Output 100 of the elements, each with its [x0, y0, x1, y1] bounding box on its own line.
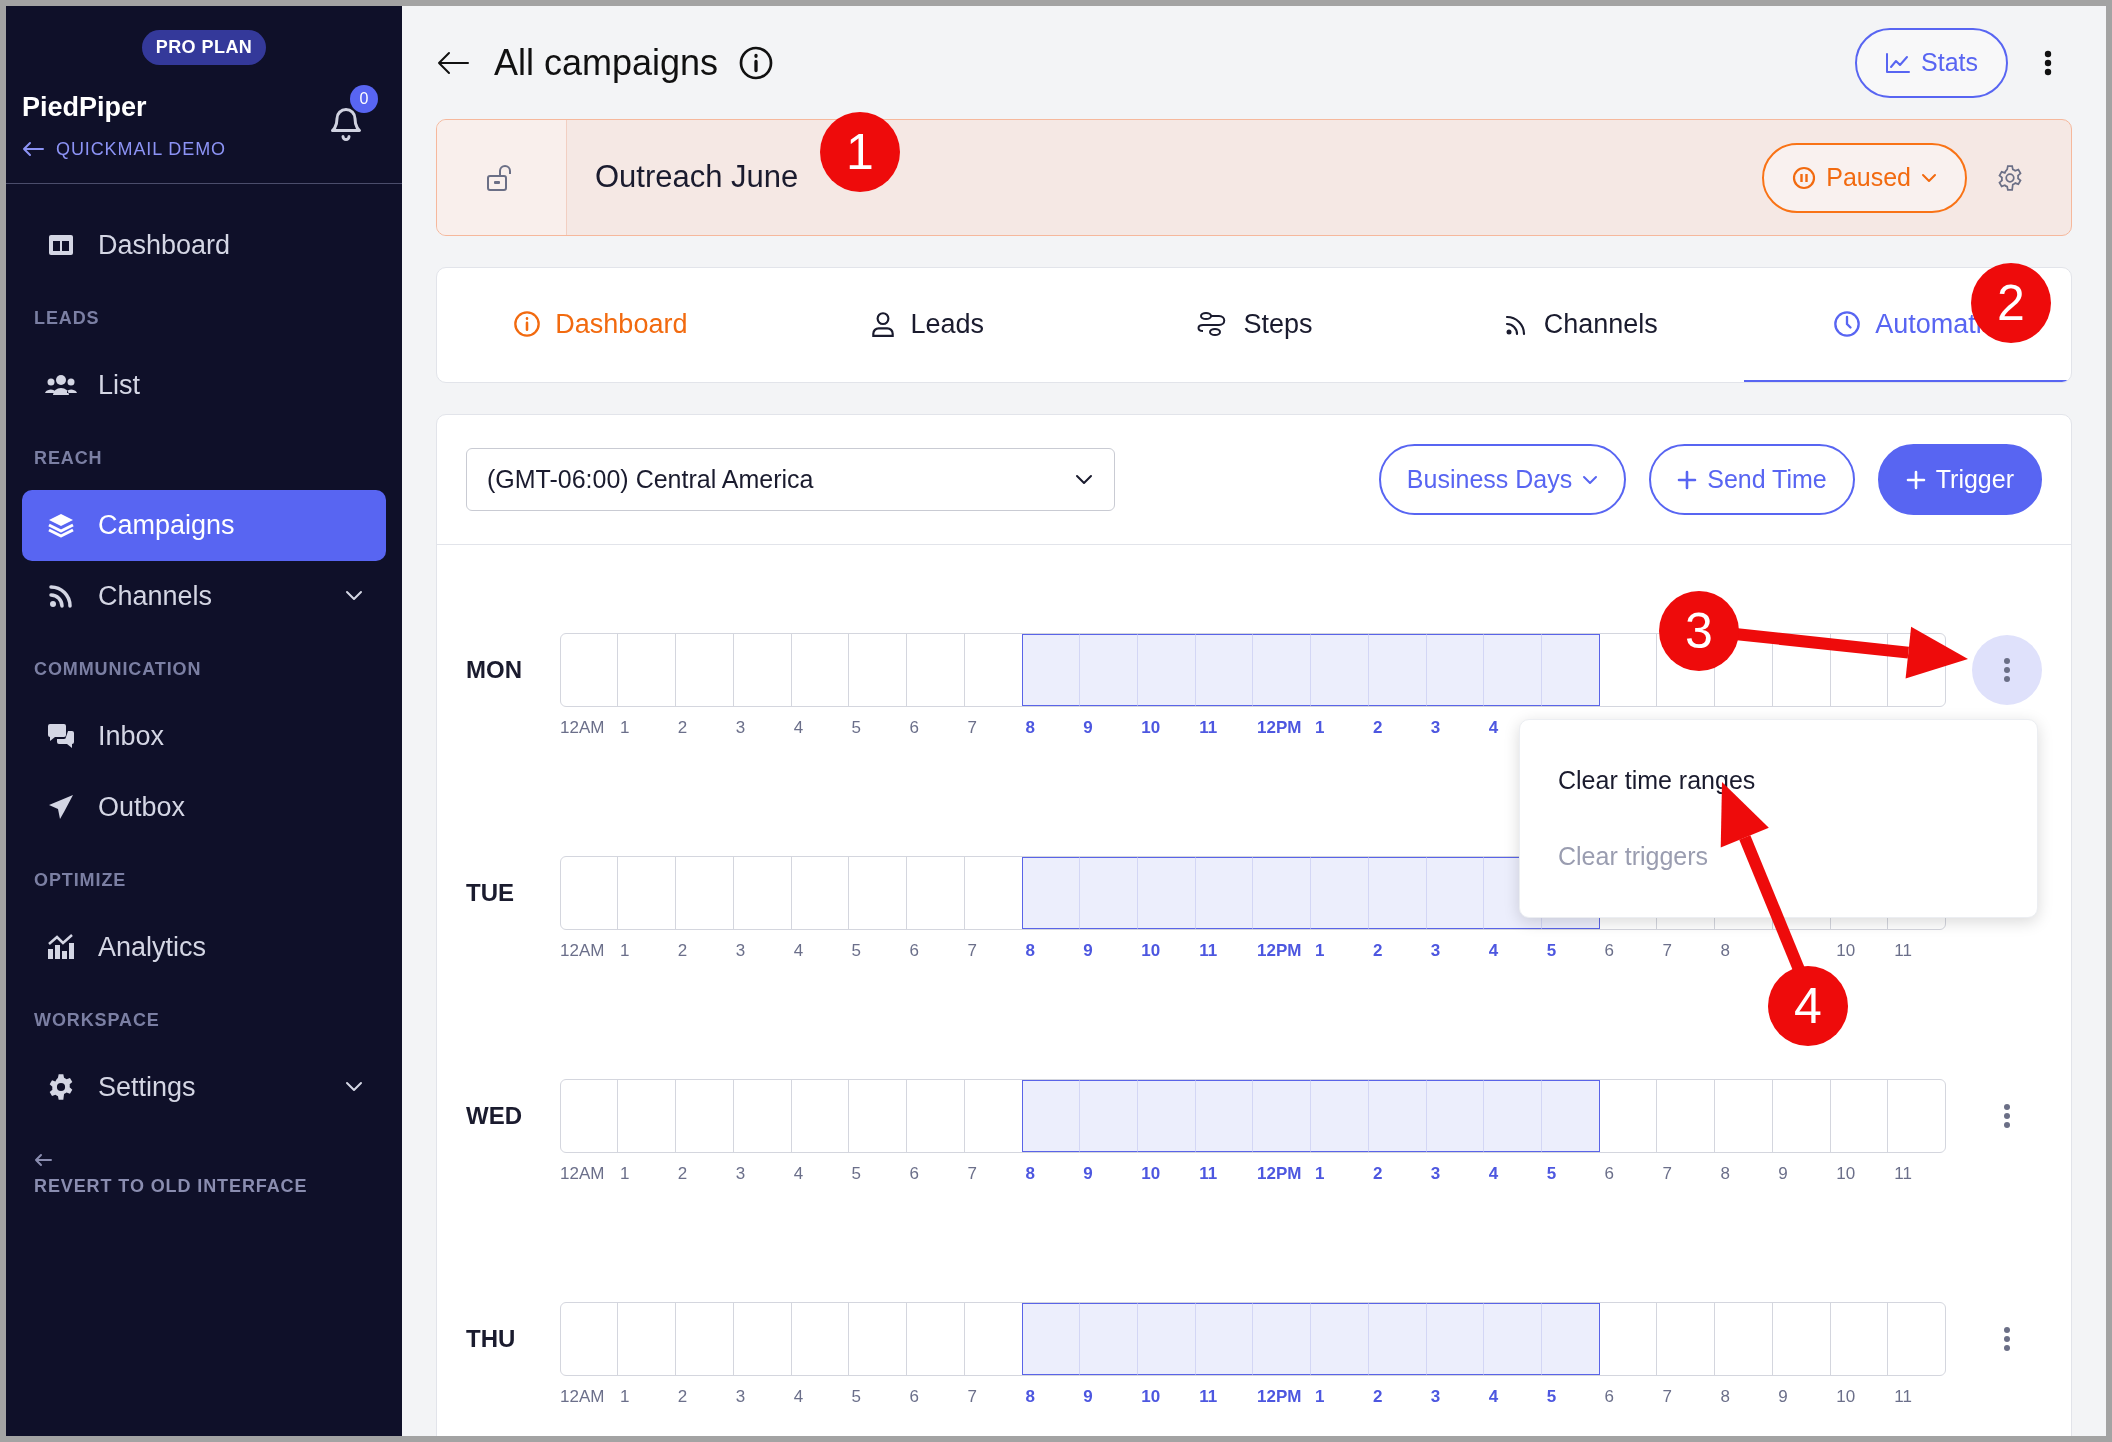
nav-item[interactable]: Outbox: [22, 771, 386, 843]
more-options-icon[interactable]: [2044, 49, 2052, 76]
hour-label: 11: [1198, 1386, 1218, 1408]
hour-label: 11: [1893, 940, 1912, 962]
hour-label: 9: [1082, 1163, 1093, 1185]
trigger-button[interactable]: Trigger: [1877, 444, 2042, 515]
hour-label: 4: [1487, 717, 1499, 739]
hour-label: 2: [1371, 940, 1383, 962]
hour-label: 10: [1140, 940, 1161, 962]
line-chart-icon: [1885, 51, 1911, 74]
hour-label: 10: [1140, 1163, 1161, 1185]
hour-label: 11: [1893, 1386, 1912, 1408]
hour-label: 12AM: [560, 717, 605, 739]
back-arrow-icon[interactable]: [436, 50, 470, 75]
nav-item[interactable]: List: [22, 349, 386, 421]
hour-label: 3: [1429, 1386, 1441, 1408]
hour-label: 5: [850, 940, 862, 962]
hour-label: 12PM: [1256, 1386, 1302, 1408]
tab[interactable]: Leads: [763, 268, 1091, 382]
hour-label: 8: [1719, 940, 1730, 962]
hour-label: 7: [1661, 1163, 1672, 1185]
nav-section-label: WORKSPACE: [33, 1008, 161, 1032]
hour-label: 3: [1429, 1163, 1441, 1185]
hour-label: 3: [1429, 717, 1441, 739]
more-options-icon: [2003, 1103, 2012, 1129]
hour-label: 12PM: [1256, 1163, 1302, 1185]
plus-icon: [1905, 469, 1926, 490]
nav-section-label: OPTIMIZE: [33, 868, 128, 892]
nav-item[interactable]: Campaigns: [22, 489, 386, 561]
day-label: THU: [466, 1324, 517, 1354]
nav-item[interactable]: Dashboard: [22, 209, 386, 281]
days-dropdown[interactable]: Business Days: [1378, 444, 1627, 515]
hour-label: 12PM: [1256, 940, 1302, 962]
hour-label: 1: [618, 940, 630, 962]
nav-item[interactable]: Inbox: [22, 700, 386, 772]
hour-label: 7: [1661, 940, 1672, 962]
settings-icon[interactable]: [1997, 164, 2023, 191]
hour-label: 5: [1545, 1386, 1557, 1408]
hour-label: 11: [1198, 717, 1218, 739]
nav-item[interactable]: Settings: [22, 1051, 386, 1123]
hour-label: 2: [676, 1163, 688, 1185]
revert-link[interactable]: REVERT TO OLD INTERFACE: [22, 1152, 386, 1200]
hour-label: 9: [1777, 1163, 1788, 1185]
hour-label: 12AM: [560, 1163, 605, 1185]
hour-label: 8: [1024, 1163, 1035, 1185]
hour-label: 8: [1719, 1386, 1730, 1408]
hour-label: 12AM: [560, 940, 605, 962]
plus-icon: [1677, 469, 1698, 490]
more-options-icon: [2003, 1326, 2012, 1352]
hour-label: 8: [1719, 1163, 1730, 1185]
notification-count: 0: [350, 85, 378, 113]
hour-label: 1: [618, 717, 630, 739]
plan-badge: PRO PLAN: [141, 30, 267, 65]
stats-button[interactable]: Stats: [1855, 27, 2008, 98]
hour-label: 2: [1371, 717, 1383, 739]
hour-label: 12AM: [560, 1386, 605, 1408]
day-label: TUE: [466, 878, 515, 908]
arrow-left-icon: [34, 1152, 52, 1167]
hour-label: 7: [966, 940, 977, 962]
hour-label: 4: [1487, 940, 1499, 962]
hour-label: 7: [966, 1163, 977, 1185]
hour-label: 5: [850, 1386, 862, 1408]
hour-label: 4: [792, 940, 804, 962]
nav-section-label: COMMUNICATION: [33, 657, 203, 681]
hour-label: 1: [618, 1386, 630, 1408]
hour-label: 2: [676, 717, 688, 739]
hour-label: 3: [734, 717, 746, 739]
day-label: MON: [466, 655, 523, 685]
nav-item[interactable]: Analytics: [22, 911, 386, 983]
hour-label: 1: [1314, 1163, 1325, 1185]
timezone-select[interactable]: (GMT-06:00) Central America: [466, 448, 1115, 511]
pause-icon: [1792, 165, 1817, 190]
nav-section-label: REACH: [33, 446, 104, 470]
hour-label: 5: [1545, 1163, 1557, 1185]
tab[interactable]: Steps: [1090, 268, 1418, 382]
hour-label: 12PM: [1256, 717, 1302, 739]
page-title: All campaigns: [494, 40, 719, 85]
chevron-down-icon: [1074, 472, 1094, 487]
back-link[interactable]: QUICKMAIL DEMO: [22, 135, 226, 163]
more-options-icon: [2003, 657, 2012, 683]
hour-label: 8: [1024, 1386, 1035, 1408]
hour-label: 10: [1835, 1386, 1856, 1408]
hour-label: 2: [1371, 1163, 1383, 1185]
hour-label: 11: [1198, 940, 1218, 962]
hour-label: 9: [1777, 1386, 1788, 1408]
nav-item[interactable]: Channels: [22, 560, 386, 632]
hour-label: 9: [1082, 717, 1093, 739]
hour-label: 5: [1545, 940, 1557, 962]
hour-label: 9: [1082, 940, 1093, 962]
menu-item[interactable]: Clear time ranges: [1558, 762, 1999, 800]
hour-label: 3: [734, 940, 746, 962]
hour-label: 1: [1314, 717, 1325, 739]
add-send-time-button[interactable]: Send Time: [1649, 444, 1855, 515]
hour-label: 6: [1603, 940, 1615, 962]
tab[interactable]: Channels: [1417, 268, 1745, 382]
hour-label: 5: [850, 1163, 862, 1185]
hour-label: 6: [908, 940, 919, 962]
hour-label: 3: [734, 1163, 746, 1185]
info-icon: [738, 44, 775, 81]
hour-label: 2: [1371, 1386, 1383, 1408]
